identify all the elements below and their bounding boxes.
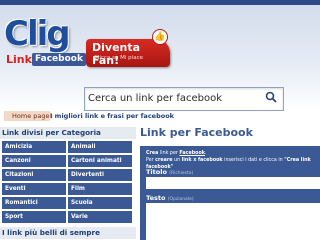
breadcrumb-home[interactable]: Home page — [4, 111, 54, 121]
category-cartoni-animati[interactable]: Cartoni animati — [68, 155, 132, 167]
intro-create-word: Crea — [146, 151, 159, 156]
best-links-heading: I link più belli di sempre — [0, 227, 136, 239]
text-textarea[interactable] — [146, 203, 320, 240]
intro-period: . — [204, 151, 207, 156]
category-sport[interactable]: Sport — [2, 211, 66, 223]
category-citazioni[interactable]: Citazioni — [2, 169, 66, 181]
category-varie[interactable]: Varie — [68, 211, 132, 223]
create-link-form: Crea link per Facebook. Per creare un li… — [140, 146, 320, 240]
breadcrumb-current: I migliori link e frasi per facebook — [50, 112, 174, 120]
category-divertenti[interactable]: Divertenti — [68, 169, 132, 181]
intro2-rest: inserisci i dati e clicca in — [222, 158, 285, 163]
intro2-bold2: link x facebook — [181, 158, 223, 163]
search-input[interactable] — [88, 90, 258, 106]
thumbs-up-icon: 👍 — [152, 29, 168, 45]
categories-heading: Link divisi per Categoria — [0, 127, 136, 139]
intro-facebook-link[interactable]: Facebook — [179, 151, 205, 156]
fan-badge-subtitle: Clicca su Mi piace — [94, 55, 143, 61]
site-header: Clig Link Facebook Diventa Fan! Clicca s… — [0, 5, 320, 111]
text-label-text: Testo — [146, 194, 166, 202]
title-label-hint: (Richiesto) — [169, 171, 194, 176]
logo-link-text: Link — [6, 53, 32, 66]
category-amicizia[interactable]: Amicizia — [2, 141, 66, 153]
main-content: Link per Facebook Crea link per Facebook… — [138, 124, 320, 240]
intro2-bold1: creare — [155, 158, 173, 163]
page-title: Link per Facebook — [140, 126, 253, 139]
search-icon[interactable] — [263, 91, 279, 107]
site-logo[interactable]: Clig Link Facebook — [4, 14, 86, 75]
category-film[interactable]: Film — [68, 183, 132, 195]
category-romantici[interactable]: Romantici — [2, 197, 66, 209]
category-grid: Amicizia Animali Canzoni Cartoni animati… — [2, 141, 134, 223]
category-eventi[interactable]: Eventi — [2, 183, 66, 195]
text-label-hint: (Opzionale) — [167, 197, 194, 202]
intro-text: link per — [158, 151, 180, 156]
logo-facebook-text: Facebook — [32, 53, 86, 66]
title-field-label: Titolo (Richiesto) — [146, 168, 193, 176]
category-animali[interactable]: Animali — [68, 141, 132, 153]
search-bar — [84, 87, 284, 111]
intro2-start: Per — [146, 158, 156, 163]
title-input[interactable] — [146, 177, 320, 189]
breadcrumb: Home page I migliori link e frasi per fa… — [0, 110, 320, 122]
text-field-label: Testo (Opzionale) — [146, 194, 194, 202]
category-scuola[interactable]: Scuola — [68, 197, 132, 209]
category-canzoni[interactable]: Canzoni — [2, 155, 66, 167]
logo-wordmark: Clig — [4, 14, 71, 54]
title-label-text: Titolo — [146, 168, 167, 176]
intro2-mid: un — [172, 158, 182, 163]
